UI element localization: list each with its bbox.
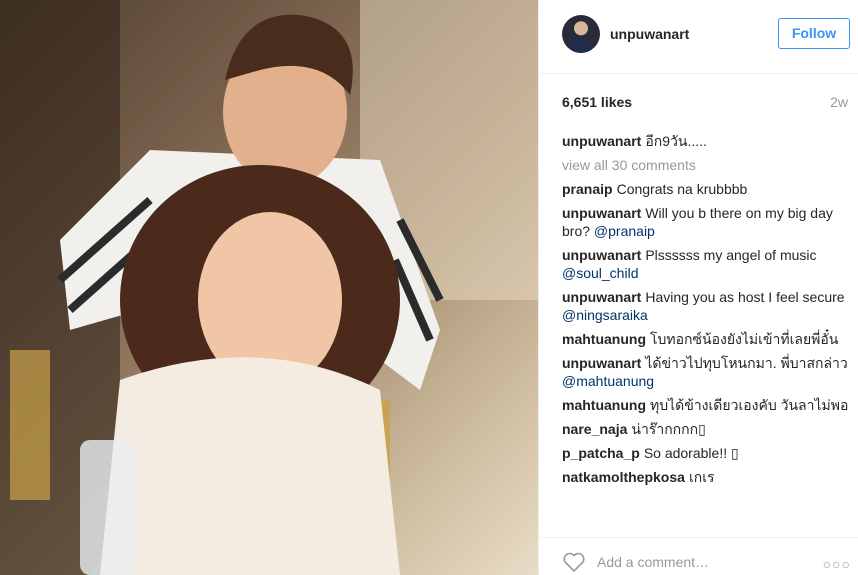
comment-text: So adorable!! ▯ (643, 445, 739, 461)
heart-icon[interactable] (562, 551, 586, 573)
comment-bar: Add a comment… ○○○ (539, 537, 858, 575)
comment-item: mahtuanung ทุบได้ข้างเดียวเองคับ วันลาไม่… (562, 396, 852, 414)
comment-text: Plssssss my angel of music (645, 247, 817, 263)
comment-username[interactable]: unpuwanart (562, 247, 641, 263)
comment-username[interactable]: unpuwanart (562, 205, 641, 221)
comment-username[interactable]: unpuwanart (562, 355, 641, 371)
comment-username[interactable]: mahtuanung (562, 397, 646, 413)
comment-text: Having you as host I feel secure (645, 289, 845, 305)
photo-illustration (0, 0, 538, 575)
view-all-comments-link[interactable]: view all 30 comments (562, 156, 852, 174)
comment-username[interactable]: unpuwanart (562, 133, 641, 149)
comment-item: nare_naja น่าร๊ากกกก▯ (562, 420, 852, 438)
post-detail-panel: unpuwanart Follow 6,651 likes 2w unpuwan… (538, 0, 858, 575)
comment-item: unpuwanart ได้ข่าวไปทุบโหนกมา. พี่บาสกล่า… (562, 354, 852, 390)
add-comment-input[interactable]: Add a comment… (597, 554, 709, 570)
post-photo[interactable] (0, 0, 538, 575)
follow-button[interactable]: Follow (778, 18, 850, 49)
comment-item: pranaip Congrats na krubbbb (562, 180, 852, 198)
comment-mention[interactable]: @mahtuanung (562, 373, 654, 389)
avatar[interactable] (562, 15, 600, 53)
comment-item: unpuwanart Will you b there on my big day… (562, 204, 852, 240)
comment-text: ได้ข่าวไปทุบโหนกมา. พี่บาสกล่าว (645, 355, 848, 371)
comment-mention[interactable]: @pranaip (594, 223, 655, 239)
comment-username[interactable]: nare_naja (562, 421, 627, 437)
comment-text: โบทอกซ์น้องยังไม่เข้าที่เลยพี่อั๋น (650, 331, 839, 347)
comment-username[interactable]: p_patcha_p (562, 445, 640, 461)
caption: unpuwanart อีก9วัน..... (562, 132, 852, 150)
comment-username[interactable]: natkamolthepkosa (562, 469, 685, 485)
comment-item: mahtuanung โบทอกซ์น้องยังไม่เข้าที่เลยพี่… (562, 330, 852, 348)
likes-count[interactable]: 6,651 likes (562, 94, 632, 110)
comment-username[interactable]: unpuwanart (562, 289, 641, 305)
post-username[interactable]: unpuwanart (610, 26, 689, 42)
comment-text: น่าร๊ากกกก▯ (631, 421, 706, 437)
comment-list: unpuwanart อีก9วัน..... view all 30 comme… (562, 132, 852, 530)
comment-text: Congrats na krubbbb (616, 181, 748, 197)
comment-text: ทุบได้ข้างเดียวเองคับ วันลาไม่พอ (650, 397, 849, 413)
more-options-icon[interactable]: ○○○ (823, 556, 851, 572)
comment-text: อีก9วัน..... (645, 133, 707, 149)
comment-item: unpuwanart Plssssss my angel of music @so… (562, 246, 852, 282)
comment-mention[interactable]: @soul_child (562, 265, 638, 281)
comment-mention[interactable]: @ningsaraika (562, 307, 648, 323)
comment-text: เกเร (688, 469, 715, 485)
comment-item: p_patcha_p So adorable!! ▯ (562, 444, 852, 462)
comment-item: natkamolthepkosa เกเร (562, 468, 852, 486)
comment-username[interactable]: mahtuanung (562, 331, 646, 347)
post-timestamp[interactable]: 2w (830, 94, 848, 110)
comment-username[interactable]: pranaip (562, 181, 613, 197)
comment-item: unpuwanart Having you as host I feel secu… (562, 288, 852, 324)
post-header: unpuwanart Follow (539, 0, 858, 74)
